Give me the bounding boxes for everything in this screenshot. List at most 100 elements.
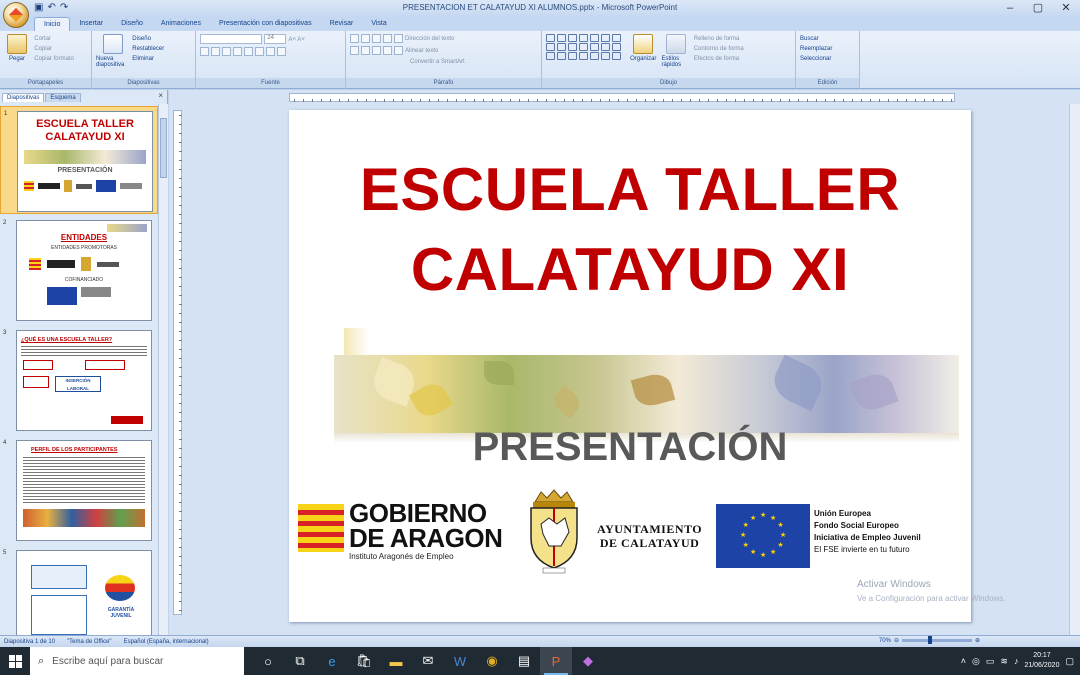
copy-button[interactable]: Copiar	[34, 44, 74, 54]
volume-icon[interactable]: ♪	[1014, 656, 1019, 666]
tab-esquema[interactable]: Esquema	[45, 93, 81, 102]
tab-inicio[interactable]: Inicio	[34, 17, 71, 31]
close-button[interactable]: ✕	[1052, 0, 1080, 17]
list-item[interactable]: 5 GARANTÍA JUVENIL	[0, 546, 158, 635]
paste-button[interactable]: Pegar	[4, 34, 30, 62]
slide-thumbnail[interactable]: GARANTÍA JUVENIL	[16, 550, 152, 635]
file-explorer-icon[interactable]: ▬	[380, 647, 412, 675]
zoom-level[interactable]: 70%	[879, 638, 891, 644]
chevron-up-icon[interactable]: ˄	[961, 656, 966, 666]
shape-fill-button[interactable]: Relleno de forma	[694, 34, 744, 44]
format-painter-button[interactable]: Copiar formato	[34, 54, 74, 64]
battery-icon[interactable]: ▭	[986, 656, 995, 667]
line-spacing-icon[interactable]	[394, 34, 403, 43]
align-center-icon[interactable]	[361, 46, 370, 55]
justify-icon[interactable]	[383, 46, 392, 55]
case-icon[interactable]	[266, 47, 275, 57]
pane-scrollbar[interactable]	[158, 104, 168, 635]
clock[interactable]: 20:17 21/06/2020	[1024, 651, 1059, 671]
bold-icon[interactable]	[200, 47, 209, 57]
zoom-in-icon[interactable]: ⊕	[975, 637, 980, 644]
cortana-icon[interactable]: ○	[252, 647, 284, 675]
text-direction-button[interactable]: Dirección del texto	[405, 34, 454, 44]
smartart-button[interactable]: Convertir a SmartArt	[410, 59, 465, 65]
wifi-icon[interactable]: ≋	[1000, 656, 1008, 667]
edge-icon[interactable]: e	[316, 647, 348, 675]
store-icon[interactable]: 🛍	[348, 647, 380, 675]
zoom-slider-knob[interactable]	[927, 636, 932, 644]
increase-indent-icon[interactable]	[383, 34, 392, 43]
undo-icon[interactable]: ↶	[47, 2, 55, 13]
slide-thumbnail[interactable]: ¿QUÉ ES UNA ESCUELA TALLER? INSERCIÓN LA…	[16, 330, 152, 431]
numbering-icon[interactable]	[361, 34, 370, 43]
tab-diapositivas[interactable]: Diapositivas	[2, 93, 45, 102]
shadow-icon[interactable]	[244, 47, 253, 57]
chrome-icon[interactable]: ◉	[476, 647, 508, 675]
save-icon[interactable]: ▣	[34, 2, 43, 13]
zoom-out-icon[interactable]: ⊖	[894, 637, 899, 644]
slide-title[interactable]: ESCUELA TALLER CALATAYUD XI	[289, 150, 971, 310]
select-button[interactable]: Seleccionar	[800, 54, 855, 64]
zoom-slider[interactable]	[901, 636, 972, 644]
layout-button[interactable]: Diseño	[132, 34, 164, 44]
close-icon[interactable]: ×	[158, 91, 163, 100]
tab-revisar[interactable]: Revisar	[321, 17, 363, 31]
tab-animaciones[interactable]: Animaciones	[152, 17, 210, 31]
quick-styles-button[interactable]: Estilos rápidos	[661, 34, 691, 68]
shapes-gallery[interactable]	[546, 34, 622, 60]
slide-thumbnail[interactable]: PERFIL DE LOS PARTICIPANTES	[16, 440, 152, 541]
tab-diseno[interactable]: Diseño	[112, 17, 152, 31]
reset-button[interactable]: Restablecer	[132, 44, 164, 54]
list-item[interactable]: 2 ENTIDADES ENTIDADES PROMOTORAS COFINAN…	[0, 216, 158, 324]
font-color-icon[interactable]	[277, 47, 286, 57]
tab-presentacion[interactable]: Presentación con diapositivas	[210, 17, 321, 31]
list-item[interactable]: 1 ESCUELA TALLER CALATAYUD XI PRESENTACI…	[0, 106, 158, 214]
network-icon[interactable]: ◎	[972, 656, 980, 667]
maps-icon[interactable]: ◆	[572, 647, 604, 675]
word-icon[interactable]: W	[444, 647, 476, 675]
font-name-input[interactable]	[200, 34, 262, 44]
spacing-icon[interactable]	[255, 47, 264, 57]
taskbar-search[interactable]: ⌕ Escribe aquí para buscar	[30, 647, 244, 675]
bullets-icon[interactable]	[350, 34, 359, 43]
tab-insertar[interactable]: Insertar	[70, 17, 112, 31]
tab-vista[interactable]: Vista	[362, 17, 395, 31]
strike-icon[interactable]	[233, 47, 242, 57]
align-right-icon[interactable]	[372, 46, 381, 55]
font-size-input[interactable]: 24	[264, 34, 287, 44]
search-input[interactable]: Escribe aquí para buscar	[52, 656, 163, 667]
find-button[interactable]: Buscar	[800, 34, 855, 44]
grow-font-icon[interactable]: A˄ A˅	[288, 37, 304, 43]
italic-icon[interactable]	[211, 47, 220, 57]
arrange-button[interactable]: Organizar	[627, 34, 659, 62]
align-text-button[interactable]: Alinear texto	[405, 46, 438, 56]
powerpoint-icon[interactable]: P	[540, 647, 572, 675]
scroll-thumb[interactable]	[160, 118, 167, 178]
slide-thumbnail[interactable]: ESCUELA TALLER CALATAYUD XI PRESENTACIÓN	[17, 111, 153, 212]
maximize-button[interactable]: ▢	[1024, 0, 1052, 17]
underline-icon[interactable]	[222, 47, 231, 57]
photos-icon[interactable]: ▤	[508, 647, 540, 675]
delete-slide-button[interactable]: Eliminar	[132, 54, 164, 64]
slide-canvas[interactable]: ESCUELA TALLER CALATAYUD XI PRESENTACIÓN…	[289, 110, 1006, 622]
minimize-button[interactable]: –	[996, 0, 1024, 17]
list-item[interactable]: 4 PERFIL DE LOS PARTICIPANTES	[0, 436, 158, 544]
task-view-icon[interactable]: ⧉	[284, 647, 316, 675]
columns-icon[interactable]	[394, 46, 403, 55]
shape-outline-button[interactable]: Contorno de forma	[694, 44, 744, 54]
notifications-icon[interactable]: ▢	[1065, 656, 1074, 667]
language-indicator[interactable]: Español (España, internacional)	[124, 639, 209, 645]
new-slide-button[interactable]: Nueva diapositiva	[96, 34, 130, 68]
redo-icon[interactable]: ↷	[60, 2, 68, 13]
cut-button[interactable]: Cortar	[34, 34, 74, 44]
slide-thumbnail[interactable]: ENTIDADES ENTIDADES PROMOTORAS COFINANCI…	[16, 220, 152, 321]
mail-icon[interactable]: ✉	[412, 647, 444, 675]
align-left-icon[interactable]	[350, 46, 359, 55]
replace-button[interactable]: Reemplazar	[800, 44, 855, 54]
list-item[interactable]: 3 ¿QUÉ ES UNA ESCUELA TALLER? INSERCIÓN …	[0, 326, 158, 434]
workspace-scrollbar[interactable]	[1069, 104, 1080, 635]
decrease-indent-icon[interactable]	[372, 34, 381, 43]
start-button[interactable]	[0, 647, 30, 675]
office-button[interactable]	[3, 2, 29, 28]
shape-effects-button[interactable]: Efectos de forma	[694, 54, 744, 64]
